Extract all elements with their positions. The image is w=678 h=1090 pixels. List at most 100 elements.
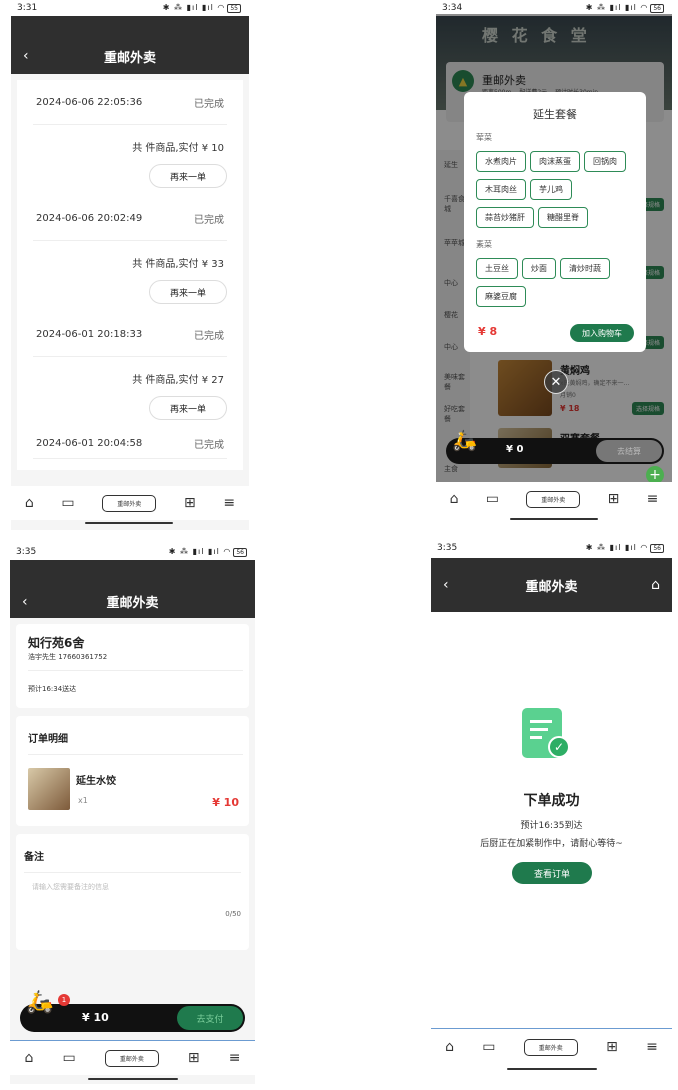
order-list: 2024-06-06 22:05:36 已完成 共 件商品,实付 ¥ 10 再来一…	[17, 80, 243, 470]
status-icons: ✱ ⁂ ▮ıl ▮ıl ◠ 56	[586, 3, 664, 13]
order-detail-card: 订单明细 延生水饺 x1 ¥ 10	[16, 716, 249, 826]
battery-icon: 55	[227, 4, 241, 13]
apps-grid-icon[interactable]: ⊞	[188, 1050, 200, 1066]
order-datetime: 2024-06-01 20:04:58	[36, 437, 143, 449]
veg-options: 土豆丝 炒面 清炒时蔬麻婆豆腐	[476, 256, 634, 312]
recents-nav-icon[interactable]: ▭	[61, 495, 74, 511]
status-bar: 3:35 ✱ ⁂ ▮ıl ▮ıl ◠ 56	[431, 540, 672, 556]
order-status: 已完成	[194, 98, 224, 110]
menu-icon[interactable]: ≡	[646, 1039, 658, 1055]
option-chip[interactable]: 水煮肉片	[476, 151, 526, 172]
home-indicator	[507, 1068, 597, 1070]
back-icon[interactable]: ‹	[443, 577, 449, 593]
remark-card: 备注 请输入您需要备注的信息 0/50	[16, 834, 249, 950]
back-icon[interactable]: ‹	[22, 594, 28, 610]
home-nav-icon[interactable]: ⌂	[450, 491, 459, 507]
app-header: ‹ 重邮外卖	[11, 16, 249, 74]
address-text: 知行苑6舍	[28, 636, 85, 650]
recents-nav-icon[interactable]: ▭	[482, 1039, 495, 1055]
cart-total: ¥ 10	[82, 1011, 109, 1024]
remark-title: 备注	[24, 852, 44, 863]
battery-icon: 56	[233, 548, 247, 557]
reorder-button[interactable]: 再来一单	[149, 164, 227, 188]
option-chip[interactable]: 糖醋里脊	[538, 207, 588, 228]
order-status: 已完成	[194, 214, 224, 226]
address-card[interactable]: 知行苑6舍 浩宇先生 17660361752 预计16:34送达	[16, 624, 249, 708]
option-chip[interactable]: 蒜苔炒猪肝	[476, 207, 534, 228]
order-datetime: 2024-06-06 22:05:36	[36, 96, 143, 108]
view-order-button[interactable]: 查看订单	[512, 862, 592, 884]
item-name: 延生水饺	[76, 776, 116, 787]
home-nav-icon[interactable]: ⌂	[445, 1039, 454, 1055]
battery-icon: 56	[650, 4, 664, 13]
reorder-button[interactable]: 再来一单	[149, 280, 227, 304]
option-chip[interactable]: 炒面	[522, 258, 556, 279]
option-chip[interactable]: 土豆丝	[476, 258, 518, 279]
back-icon[interactable]: ‹	[23, 48, 29, 64]
order-item: 2024-06-06 22:05:36 已完成 共 件商品,实付 ¥ 10 再来一…	[33, 80, 227, 196]
close-icon[interactable]: ✕	[544, 370, 568, 394]
status-time: 3:34	[442, 3, 463, 13]
system-nav-bar: ⌂ ▭ 重邮外卖 ⊞ ≡	[436, 482, 672, 516]
divider-line	[431, 1028, 672, 1029]
system-nav-bar: ⌂ ▭ 重邮外卖 ⊞ ≡	[11, 486, 249, 520]
status-icons: ✱ ⁂ ▮ıl ▮ıl ◠ 56	[586, 543, 664, 553]
apps-grid-icon[interactable]: ⊞	[608, 491, 620, 507]
option-chip[interactable]: 麻婆豆腐	[476, 286, 526, 307]
option-chip[interactable]: 芋儿鸡	[530, 179, 572, 200]
home-nav-icon[interactable]: ⌂	[25, 1050, 34, 1066]
system-nav-bar: ⌂ ▭ 重邮外卖 ⊞ ≡	[431, 1030, 672, 1064]
system-nav-bar: ⌂ ▭ 重邮外卖 ⊞ ≡	[10, 1041, 255, 1075]
home-indicator	[85, 522, 173, 524]
recents-nav-icon[interactable]: ▭	[486, 491, 499, 507]
app-header: ‹ 重邮外卖 ⌂	[431, 558, 672, 612]
status-icons: ✱ ⁂ ▮ıl ▮ıl ◠ 56	[169, 547, 247, 557]
order-item: 2024-06-01 20:04:58 已完成	[33, 428, 227, 459]
apps-grid-icon[interactable]: ⊞	[606, 1039, 618, 1055]
status-bar: 3:31 ✱ ⁂ ▮ıl ▮ıl ◠ 55	[11, 0, 249, 16]
current-app-pill[interactable]: 重邮外卖	[523, 1038, 578, 1056]
current-app-pill[interactable]: 重邮外卖	[104, 1049, 159, 1067]
order-summary: 共 件商品,实付 ¥ 27	[132, 375, 224, 386]
pay-button[interactable]: 去支付	[177, 1006, 243, 1030]
veg-label: 素菜	[476, 240, 492, 249]
option-chip[interactable]: 肉沫蒸蛋	[530, 151, 580, 172]
home-nav-icon[interactable]: ⌂	[25, 495, 34, 511]
reorder-button[interactable]: 再来一单	[149, 396, 227, 420]
eta-text: 预计16:35到达	[520, 821, 583, 831]
remark-count: 0/50	[225, 910, 241, 918]
meat-label: 荤菜	[476, 133, 492, 142]
current-app-pill[interactable]: 重邮外卖	[102, 494, 157, 512]
option-chip[interactable]: 回锅肉	[584, 151, 626, 172]
option-chip[interactable]: 木耳肉丝	[476, 179, 526, 200]
order-summary: 共 件商品,实付 ¥ 10	[132, 143, 224, 154]
menu-icon[interactable]: ≡	[229, 1050, 241, 1066]
page-title: 重邮外卖	[525, 579, 578, 595]
home-icon[interactable]: ⌂	[651, 577, 660, 593]
add-to-cart-button[interactable]: 加入购物车	[570, 324, 634, 342]
menu-icon[interactable]: ≡	[647, 491, 659, 507]
cart-bar: 🛵 1 ¥ 10 去支付	[20, 990, 245, 1032]
detail-title: 订单明细	[28, 734, 68, 745]
meat-options: 水煮肉片 肉沫蒸蛋 回锅肉木耳肉丝 芋儿鸡蒜苔炒猪肝 糖醋里脊	[476, 149, 634, 233]
screen-order-success: 3:35 ✱ ⁂ ▮ıl ▮ıl ◠ 56 ‹ 重邮外卖 ⌂ ✓ 下单成功 预计1…	[431, 540, 672, 1080]
page-title: 重邮外卖	[106, 595, 159, 611]
status-time: 3:35	[16, 547, 37, 557]
current-app-pill[interactable]: 重邮外卖	[526, 490, 581, 508]
apps-grid-icon[interactable]: ⊞	[184, 495, 196, 511]
order-status: 已完成	[194, 439, 224, 451]
popup-price: ¥ 8	[478, 325, 498, 338]
menu-icon[interactable]: ≡	[223, 495, 235, 511]
order-item: 2024-06-06 20:02:49 已完成 共 件商品,实付 ¥ 33 再来一…	[33, 196, 227, 312]
option-chip[interactable]: 清炒时蔬	[560, 258, 610, 279]
contact-text: 浩宇先生 17660361752	[28, 653, 108, 661]
order-status: 已完成	[194, 330, 224, 342]
screen-order-history: 3:31 ✱ ⁂ ▮ıl ▮ıl ◠ 55 ‹ 重邮外卖 2024-06-06 2…	[11, 0, 249, 530]
recents-nav-icon[interactable]: ▭	[63, 1050, 76, 1066]
checkout-button[interactable]: 去结算	[596, 440, 662, 462]
delivery-scooter-icon: 🛵	[452, 428, 477, 452]
app-header: ‹ 重邮外卖	[10, 560, 255, 618]
remark-input[interactable]: 请输入您需要备注的信息	[32, 882, 109, 892]
cart-total: ¥ 0	[506, 444, 524, 455]
status-icons: ✱ ⁂ ▮ıl ▮ıl ◠ 55	[163, 3, 241, 13]
